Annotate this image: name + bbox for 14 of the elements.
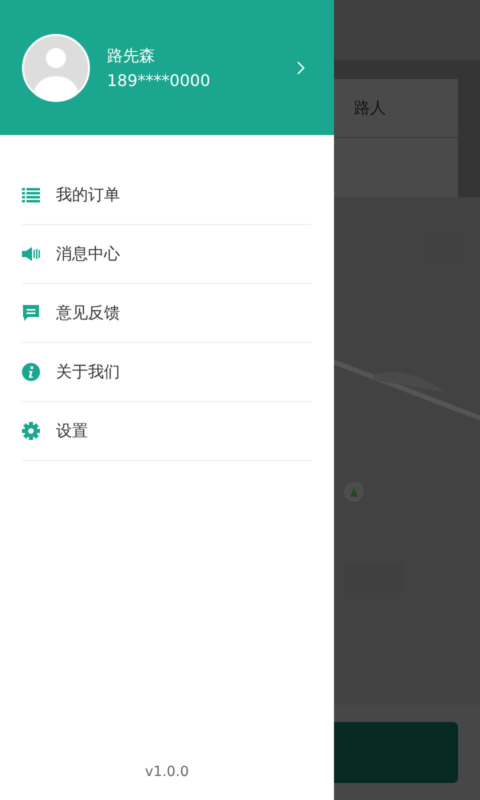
user-phone: 189****0000 xyxy=(107,70,212,90)
message-icon xyxy=(22,304,40,322)
version-label: v1.0.0 xyxy=(145,764,189,780)
menu-item[interactable]: 我的订单 xyxy=(22,166,312,225)
list-icon xyxy=(22,186,40,204)
menu-item[interactable]: 消息中心 xyxy=(22,225,312,284)
info-icon xyxy=(22,363,40,381)
settings-icon xyxy=(22,422,40,440)
avatar[interactable] xyxy=(22,34,90,102)
menu-item[interactable]: 关于我们 xyxy=(22,343,312,402)
user-name: 路先森 xyxy=(107,46,156,66)
speaker-icon xyxy=(22,245,40,263)
menu-item[interactable]: 意见反馈 xyxy=(22,284,312,343)
menu-item[interactable]: 设置 xyxy=(22,402,312,461)
